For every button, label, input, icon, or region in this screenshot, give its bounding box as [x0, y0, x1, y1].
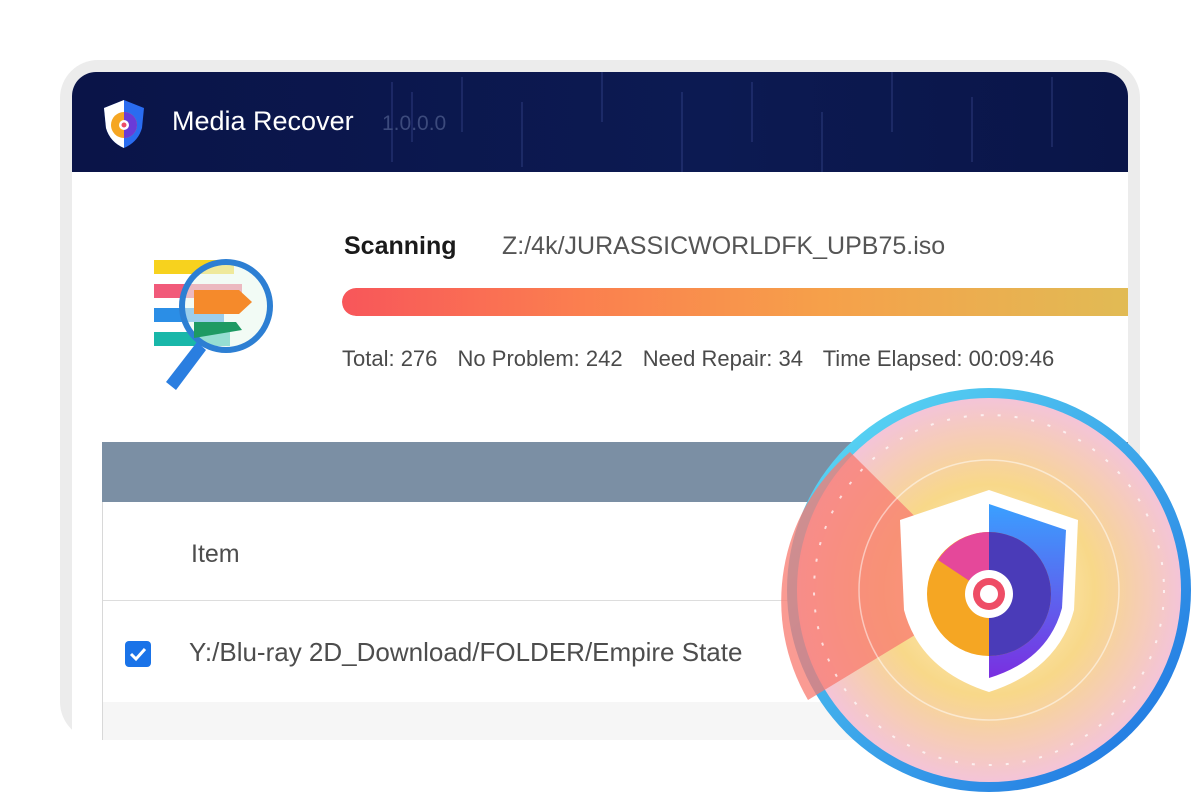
shield-disc-icon: [104, 100, 144, 148]
magnifier-scan-icon: [154, 259, 273, 390]
stat-no-problem: No Problem: 242: [457, 346, 623, 371]
checkmark-icon: [129, 647, 147, 662]
scan-progress-fill: [342, 288, 1128, 316]
stat-total: Total: 276: [342, 346, 438, 371]
app-title: Media Recover: [172, 106, 354, 136]
stat-need-repair: Need Repair: 34: [642, 346, 803, 371]
scan-status-label: Scanning: [344, 232, 457, 260]
column-header-item[interactable]: Item: [191, 540, 240, 569]
scan-stats: Total: 276 No Problem: 242 Need Repair: …: [342, 346, 1068, 372]
app-version: 1.0.0.0: [382, 112, 447, 135]
titlebar-decoration: [391, 72, 1053, 172]
scan-progress-bar: [342, 288, 1128, 316]
row-file-path: Y:/Blu-ray 2D_Download/FOLDER/Empire Sta…: [189, 637, 743, 667]
shield-disc-badge-icon: [781, 388, 1191, 792]
scan-file-path: Z:/4k/JURASSICWORLDFK_UPB75.iso: [502, 232, 946, 260]
row-checkbox[interactable]: [125, 641, 151, 667]
stat-time-elapsed: Time Elapsed: 00:09:46: [822, 346, 1055, 371]
title-bar: Media Recover 1.0.0.0: [72, 72, 1128, 172]
